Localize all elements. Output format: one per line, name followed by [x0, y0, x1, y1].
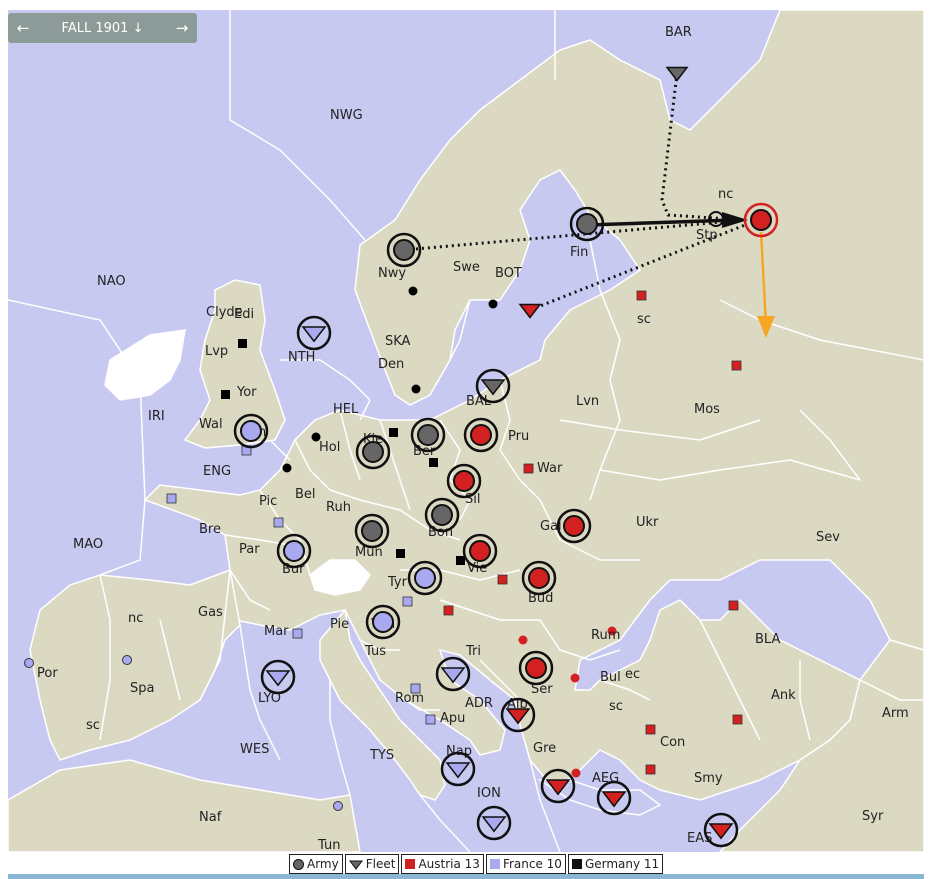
bottom-panel-edge	[8, 874, 924, 879]
legend-austria-label: Austria 13	[418, 856, 480, 871]
province-label: Lvn	[576, 394, 599, 409]
province-label: Hol	[319, 440, 340, 455]
province-label: nc	[128, 611, 143, 626]
legend: Army Fleet Austria 13 France 10 Germany …	[289, 854, 664, 874]
province-label: Edi	[234, 307, 254, 322]
province-label: Rom	[395, 691, 424, 706]
germany-swatch	[571, 859, 582, 869]
province-label: War	[537, 461, 563, 476]
province-label: Spa	[130, 681, 154, 696]
legend-fleet: Fleet	[344, 854, 400, 874]
province-label: Swe	[453, 260, 480, 275]
province-label: Pic	[259, 494, 277, 509]
province-label: IRI	[148, 409, 165, 424]
province-label: Syr	[862, 809, 884, 824]
province-label: Fin	[570, 245, 588, 260]
province-label: Bel	[295, 487, 316, 502]
province-label: Por	[37, 666, 58, 681]
province-label: sc	[86, 718, 100, 733]
province-label: Bul	[600, 670, 621, 685]
province-label: Sev	[816, 530, 840, 545]
province-label: NTH	[288, 350, 315, 365]
phase-label-text: FALL 1901	[61, 20, 129, 36]
arrow-down-icon: ↓	[132, 20, 144, 36]
province-label: Gas	[198, 605, 223, 620]
province-label: BAR	[665, 25, 692, 40]
legend-austria: Austria 13	[401, 854, 484, 874]
province-label: ADR	[465, 696, 493, 711]
province-label: BLA	[755, 632, 780, 647]
province-label: ENG	[203, 464, 231, 479]
province-label: Yor	[236, 385, 257, 400]
province-label: Con	[660, 735, 685, 750]
province-label: Tun	[317, 838, 340, 852]
province-label: Den	[378, 357, 404, 372]
province-label: Bre	[199, 522, 221, 537]
province-label: HEL	[333, 402, 359, 417]
province-label: Tyr	[387, 575, 408, 590]
province-label: Par	[239, 542, 260, 557]
province-label: Smy	[694, 771, 723, 786]
game-map[interactable]: BAR NWG nc Stp Fin Nwy Swe BOT sc NAO Clyde Edi Lvp N…	[8, 10, 924, 852]
province-label: Mar	[264, 624, 289, 639]
france-swatch	[489, 859, 500, 869]
army-icon	[293, 858, 304, 870]
province-label: sc	[637, 312, 651, 327]
phase-label[interactable]: FALL 1901 ↓	[38, 21, 167, 36]
province-label: Wal	[199, 417, 223, 432]
province-label: Apu	[440, 711, 465, 726]
province-label: MAO	[73, 537, 103, 552]
province-label: Lvp	[205, 344, 228, 359]
province-label: Rum	[591, 628, 620, 643]
arrow-right-icon[interactable]: →	[167, 19, 197, 37]
province-label: Gre	[533, 741, 556, 756]
province-label: sc	[609, 699, 623, 714]
province-label: Ruh	[326, 500, 351, 515]
province-label: Ank	[771, 688, 796, 703]
legend-fleet-label: Fleet	[365, 856, 396, 871]
fleet-icon	[348, 860, 363, 870]
province-label: BOT	[495, 266, 522, 281]
austria-swatch	[405, 859, 416, 869]
province-label: NWG	[330, 108, 363, 123]
legend-germany: Germany 11	[567, 854, 664, 874]
arrow-left-icon[interactable]: ←	[8, 19, 38, 37]
legend-france-label: France 10	[502, 856, 562, 871]
province-label: ION	[477, 786, 501, 801]
province-label: Arm	[882, 706, 909, 721]
province-label: Ukr	[636, 515, 659, 530]
province-label: NAO	[97, 274, 126, 289]
province-label: Naf	[199, 810, 222, 825]
legend-france: France 10	[485, 854, 566, 874]
legend-army-label: Army	[307, 856, 339, 871]
province-label: Tri	[465, 644, 481, 659]
province-label: nc	[718, 187, 733, 202]
province-label: WES	[240, 742, 269, 757]
province-label: Nwy	[378, 266, 406, 281]
province-label: Tus	[364, 644, 386, 659]
province-label: Pru	[508, 429, 529, 444]
legend-germany-label: Germany 11	[584, 856, 660, 871]
province-label: Mos	[694, 402, 720, 417]
province-label: SKA	[385, 334, 411, 349]
province-label: ec	[625, 667, 640, 682]
phase-navigator: ← FALL 1901 ↓ →	[8, 13, 197, 43]
legend-army: Army	[289, 854, 343, 874]
province-label: TYS	[369, 748, 394, 763]
province-label: Pie	[330, 617, 349, 632]
